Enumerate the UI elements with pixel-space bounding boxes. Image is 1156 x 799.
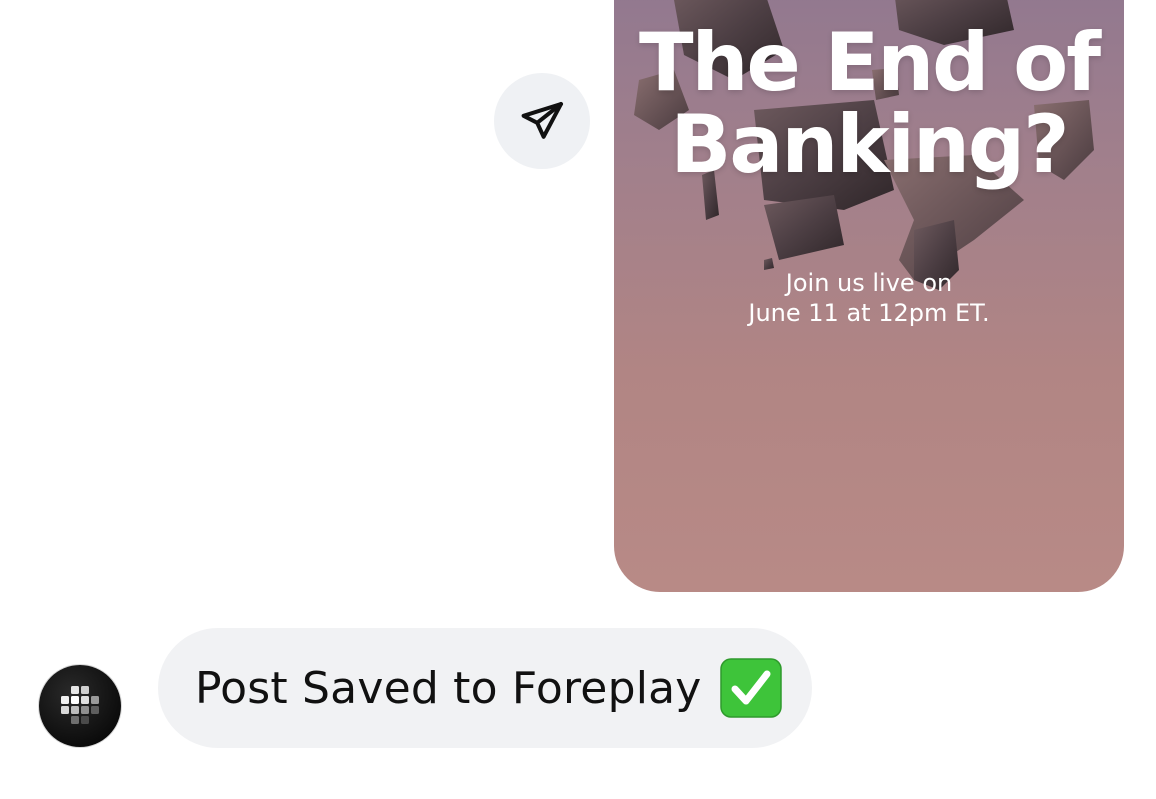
share-button[interactable] [494,73,590,169]
post-title: The End of Banking? [614,22,1124,186]
post-title-line-1: The End of [638,16,1101,109]
post-subtitle: Join us live on June 11 at 12pm ET. [614,268,1124,328]
send-icon [521,102,563,139]
message-bubble[interactable]: Post Saved to Foreplay [158,628,812,748]
message-text: Post Saved to Foreplay [195,662,702,714]
avatar[interactable] [39,665,121,747]
post-subtitle-line-2: June 11 at 12pm ET. [748,299,990,327]
post-subtitle-line-1: Join us live on [785,269,953,297]
shared-post-card[interactable]: The End of Banking? Join us live on June… [614,0,1124,592]
check-mark-icon [719,658,782,718]
foreplay-logo-icon [61,686,99,724]
post-title-line-2: Banking? [670,98,1069,191]
